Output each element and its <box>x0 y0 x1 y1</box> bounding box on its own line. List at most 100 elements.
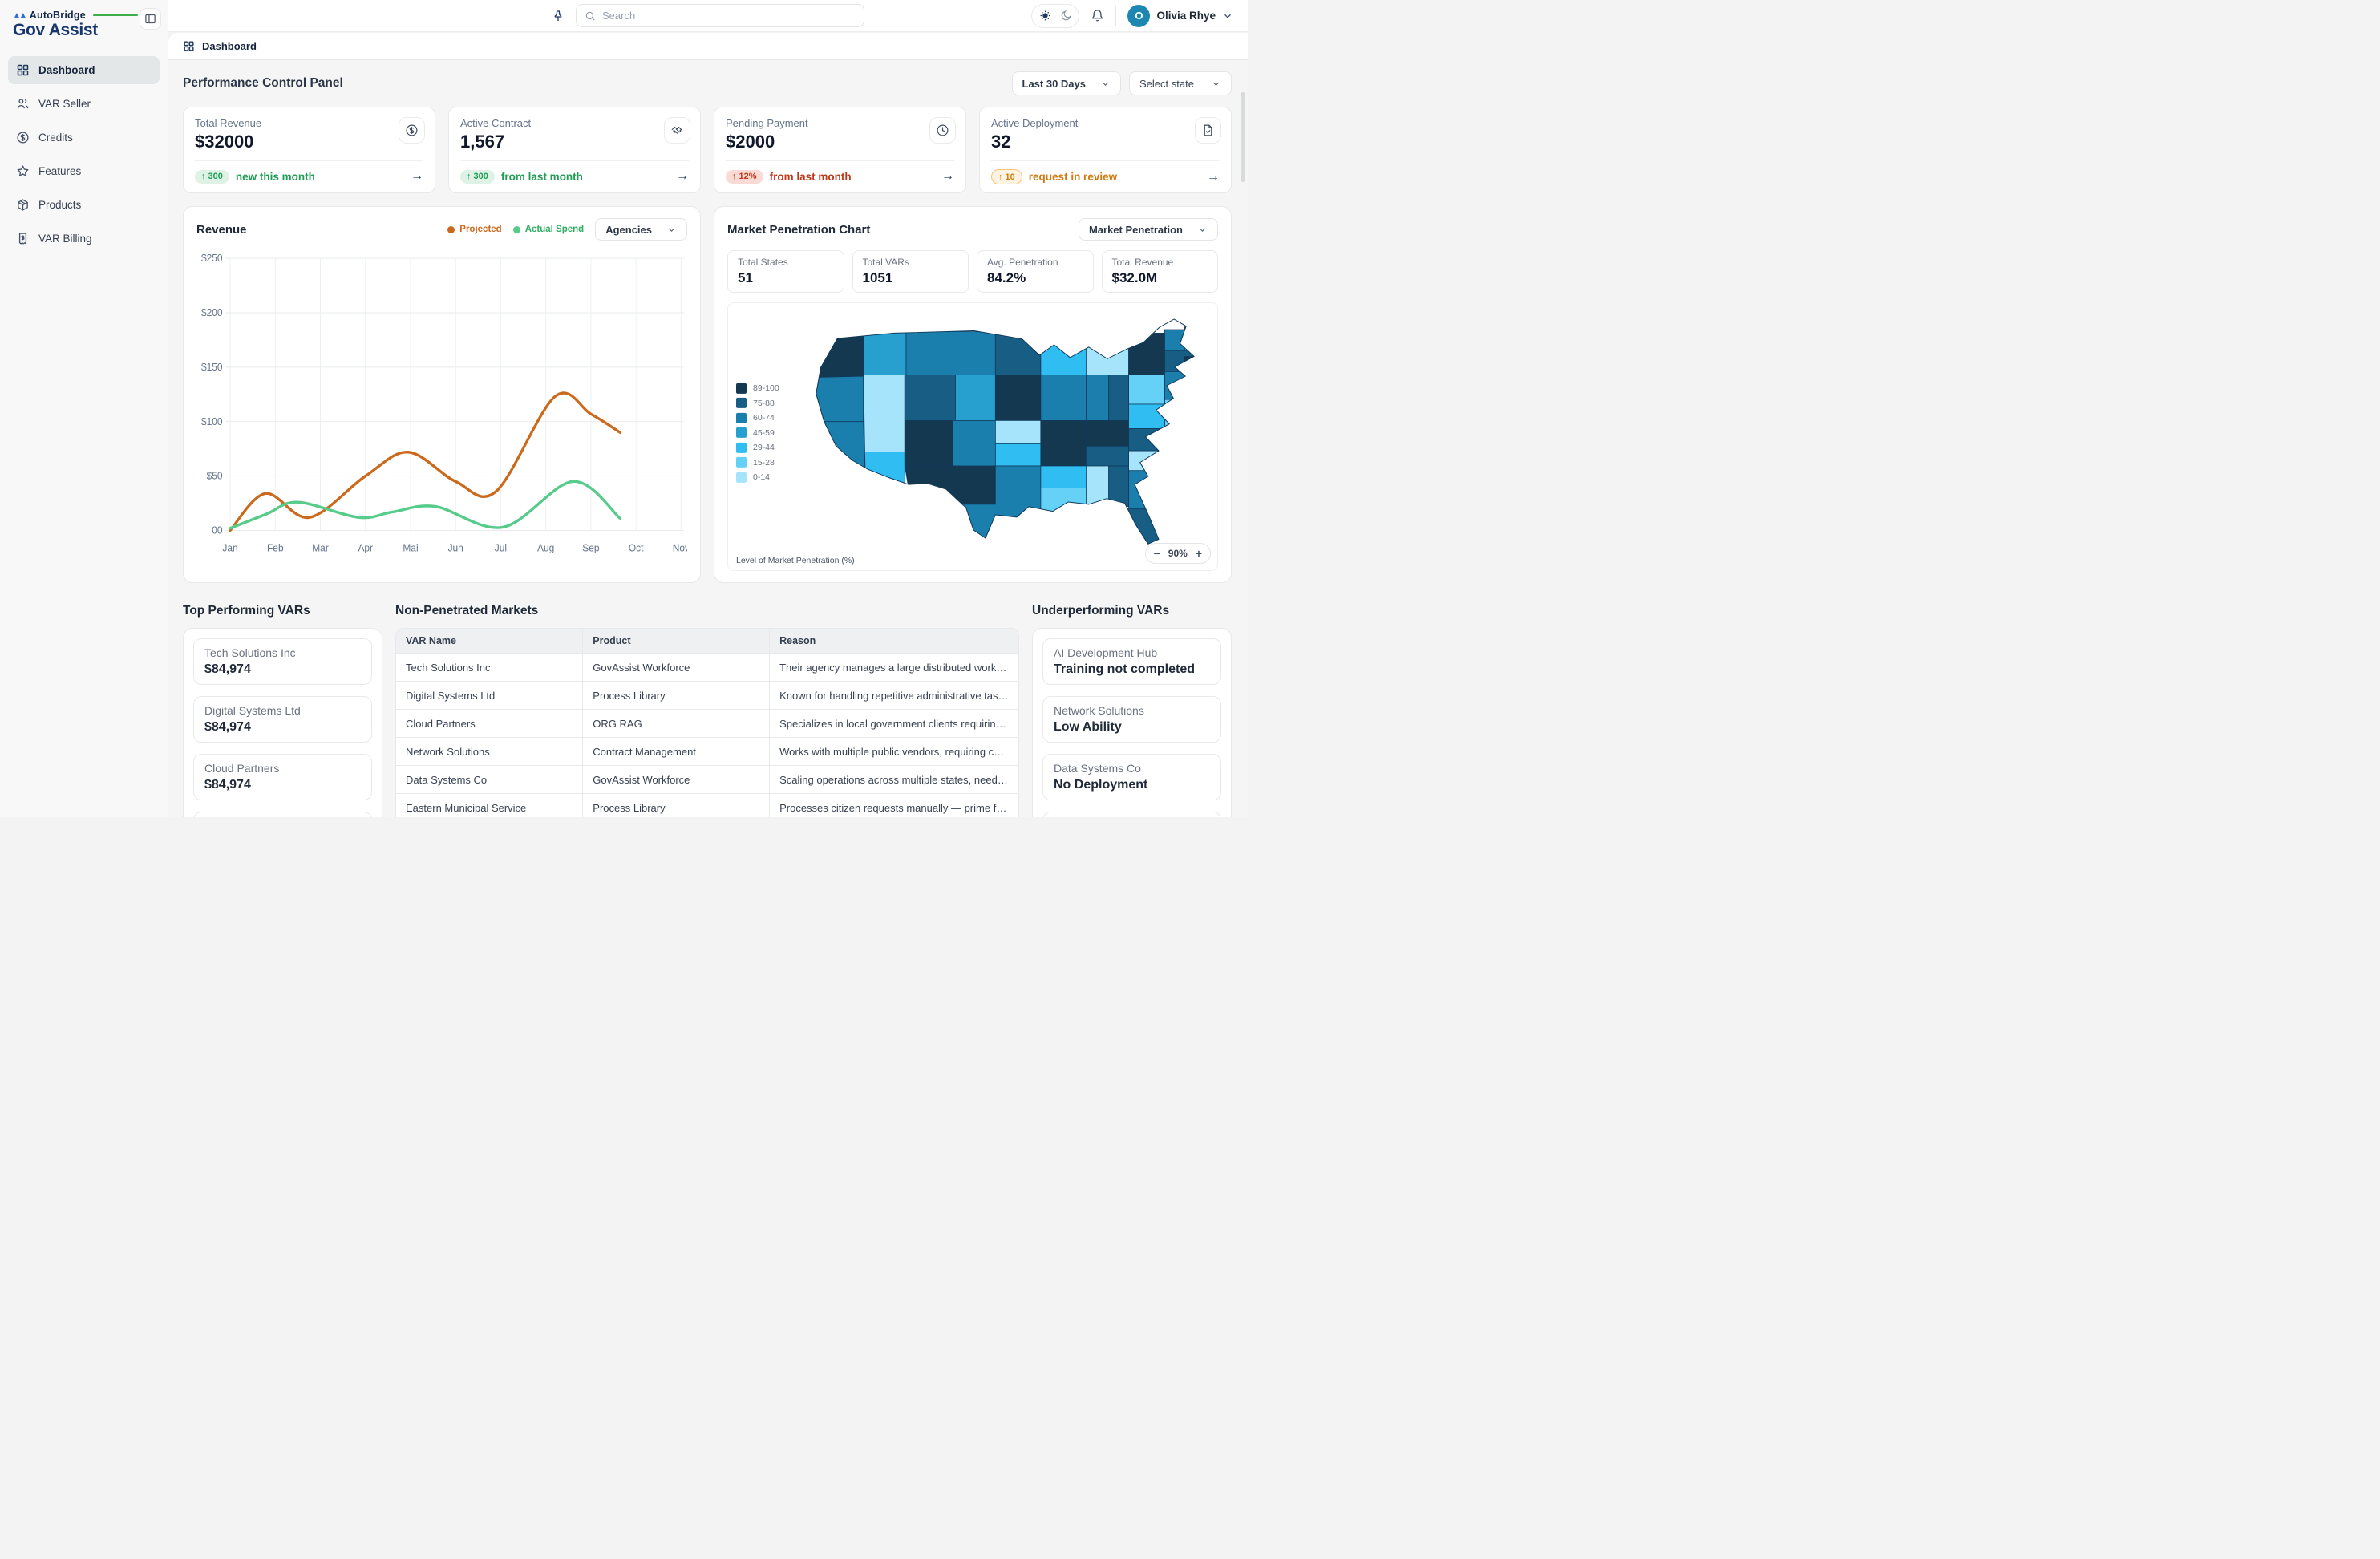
list-item[interactable]: Cloud Partners $84,974 <box>193 754 372 800</box>
us-choropleth-map[interactable] <box>787 306 1214 551</box>
market-penetration-card: Market Penetration Chart Market Penetrat… <box>714 206 1232 583</box>
cell-reason: Works with multiple public vendors, requ… <box>770 738 1018 766</box>
content: Performance Control Panel Last 30 Days S… <box>168 60 1248 817</box>
table-row[interactable]: Tech Solutions Inc GovAssist Workforce T… <box>396 654 1018 682</box>
list-item[interactable]: Data Systems Co No Deployment <box>1042 754 1221 800</box>
arrow-right-icon[interactable]: → <box>676 169 689 184</box>
pin-icon[interactable] <box>552 10 565 22</box>
kpi-badge: ↑ 300 <box>460 170 495 184</box>
market-chart-title: Market Penetration Chart <box>727 223 870 237</box>
cell-var-name: Tech Solutions Inc <box>396 654 583 682</box>
svg-text:Jul: Jul <box>495 542 507 553</box>
arrow-right-icon[interactable]: → <box>411 169 423 184</box>
kpi-note: request in review <box>1029 171 1117 183</box>
underperforming-title: Underperforming VARs <box>1032 604 1232 618</box>
table-header-row: VAR Name Product Reason <box>396 629 1018 654</box>
column-header[interactable]: Reason <box>770 629 1018 654</box>
sidebar-item-products[interactable]: Products <box>8 191 160 219</box>
zoom-in-button[interactable]: + <box>1196 547 1202 560</box>
svg-text:Oct: Oct <box>629 542 644 553</box>
non-penetrated-title: Non-Penetrated Markets <box>395 604 1019 618</box>
search-input[interactable] <box>602 10 856 22</box>
list-item[interactable]: AI Development Hub Training not complete… <box>1042 638 1221 685</box>
scrollbar[interactable] <box>1241 92 1245 182</box>
autobridge-logo-icon: ▲▲ <box>13 11 26 20</box>
brand-company: AutoBridge <box>30 10 86 21</box>
stat-value: 51 <box>738 270 834 286</box>
document-check-icon-button[interactable] <box>1195 117 1221 144</box>
agencies-filter-select[interactable]: Agencies <box>595 218 687 241</box>
sidebar-collapse-button[interactable] <box>140 8 161 30</box>
stat-avg-penetration: Avg. Penetration 84.2% <box>977 250 1094 293</box>
legend-swatch <box>736 383 747 393</box>
zoom-level: 90% <box>1168 548 1188 559</box>
legend-range: 75-88 <box>753 398 775 407</box>
list-item[interactable]: Innovative Tech Group <box>193 812 372 817</box>
market-metric-value: Market Penetration <box>1089 224 1183 236</box>
receipt-icon <box>16 232 30 245</box>
list-item[interactable]: Digital Systems Ltd $84,974 <box>193 696 372 743</box>
list-item[interactable]: Network Solutions Low Ability <box>1042 696 1221 743</box>
arrow-right-icon[interactable]: → <box>941 169 954 184</box>
app-root: ▲▲ AutoBridge Gov Assist Dashboard VAR S… <box>0 0 1248 817</box>
var-value: $84,974 <box>204 662 361 677</box>
cell-product: ORG RAG <box>583 710 770 738</box>
user-menu[interactable]: O Olivia Rhye <box>1127 5 1233 27</box>
arrow-right-icon[interactable]: → <box>1207 170 1220 184</box>
sidebar-item-label: Credits <box>38 132 73 144</box>
var-status: Low Ability <box>1054 720 1210 735</box>
list-item[interactable]: Smart Infrastructure Corp <box>1042 812 1221 817</box>
legend-range: 29-44 <box>753 443 775 452</box>
legend-actual-label: Actual Spend <box>525 225 584 234</box>
list-item[interactable]: Tech Solutions Inc $84,974 <box>193 638 372 685</box>
clock-icon-button[interactable] <box>929 117 956 144</box>
cell-product: Contract Management <box>583 738 770 766</box>
state-filter-select[interactable]: Select state <box>1129 71 1232 95</box>
legend-range: 45-59 <box>753 427 775 437</box>
grid-icon <box>183 40 195 52</box>
handshake-icon-button[interactable] <box>664 117 690 144</box>
notifications-button[interactable] <box>1091 9 1104 22</box>
non-penetrated-table: VAR Name Product Reason Tech Solutions I… <box>395 628 1019 817</box>
breadcrumb-label[interactable]: Dashboard <box>202 40 257 52</box>
dark-mode-button[interactable] <box>1056 6 1075 26</box>
top-vars-section: Top Performing VARs Tech Solutions Inc $… <box>183 604 382 817</box>
kpi-badge: ↑ 10 <box>991 169 1022 184</box>
table-row[interactable]: Data Systems Co GovAssist Workforce Scal… <box>396 766 1018 794</box>
var-name: Network Solutions <box>1054 704 1210 717</box>
sidebar-item-dashboard[interactable]: Dashboard <box>8 56 160 84</box>
period-filter-select[interactable]: Last 30 Days <box>1012 71 1122 95</box>
underperforming-card: AI Development Hub Training not complete… <box>1032 628 1232 817</box>
table-row[interactable]: Network Solutions Contract Management Wo… <box>396 738 1018 766</box>
sidebar-item-label: Dashboard <box>38 64 95 76</box>
chevron-down-icon <box>1100 79 1111 89</box>
cell-reason: Known for handling repetitive administra… <box>770 682 1018 710</box>
column-header[interactable]: Product <box>583 629 770 654</box>
sidebar-item-var-seller[interactable]: VAR Seller <box>8 90 160 118</box>
market-metric-select[interactable]: Market Penetration <box>1079 218 1218 241</box>
svg-text:Mar: Mar <box>312 542 329 553</box>
document-check-icon <box>1201 124 1215 137</box>
stat-label: Total States <box>738 257 834 268</box>
table-row[interactable]: Digital Systems Ltd Process Library Know… <box>396 682 1018 710</box>
brand-product: Gov Assist <box>13 21 156 40</box>
sidebar-item-features[interactable]: Features <box>8 157 160 185</box>
svg-text:$100: $100 <box>201 415 223 427</box>
sidebar-item-credits[interactable]: Credits <box>8 124 160 152</box>
svg-text:$200: $200 <box>201 307 223 318</box>
table-row[interactable]: Cloud Partners ORG RAG Specializes in lo… <box>396 710 1018 738</box>
dollar-circle-icon-button[interactable] <box>399 117 425 144</box>
search-icon <box>585 10 596 22</box>
svg-text:Nov: Nov <box>673 542 687 553</box>
users-icon <box>16 97 30 111</box>
stat-label: Total Revenue <box>1112 257 1208 268</box>
cell-reason: Processes citizen requests manually — pr… <box>770 794 1018 818</box>
sidebar-item-var-billing[interactable]: VAR Billing <box>8 225 160 253</box>
zoom-out-button[interactable]: − <box>1154 547 1160 560</box>
dollar-circle-icon <box>405 124 419 137</box>
column-header[interactable]: VAR Name <box>396 629 583 654</box>
light-mode-button[interactable] <box>1035 6 1054 26</box>
us-map-region: 89-100 75-88 60-74 45-59 29-44 15-28 0-1… <box>727 302 1218 571</box>
table-row[interactable]: Eastern Municipal Service Process Librar… <box>396 794 1018 818</box>
kpi-note: from last month <box>770 171 852 183</box>
